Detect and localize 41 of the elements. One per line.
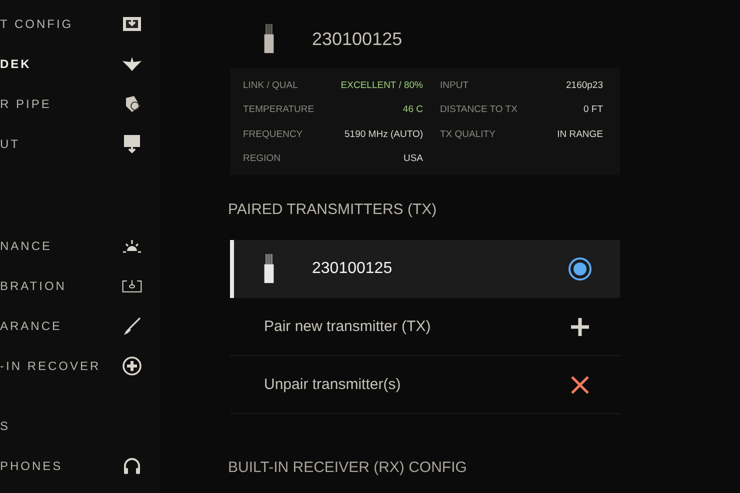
info-value: USA bbox=[402, 153, 423, 164]
list-item[interactable]: Pair new transmitter (TX) bbox=[230, 298, 620, 356]
sidebar-item[interactable]: DEK bbox=[0, 44, 160, 84]
info-value: 46 C bbox=[402, 104, 423, 116]
sidebar-item[interactable]: UT bbox=[0, 124, 160, 164]
info-label: DISTANCE TO TX bbox=[439, 104, 518, 116]
info-label: FREQUENCY bbox=[243, 128, 304, 140]
transmitter-icon bbox=[262, 254, 276, 284]
brush-icon bbox=[122, 316, 142, 336]
headphones-icon bbox=[122, 456, 142, 476]
monitor-output-icon bbox=[122, 134, 142, 154]
info-value: 0 FT bbox=[582, 104, 603, 116]
unpair-transmitter-label: Unpair transmitter(s) bbox=[264, 376, 402, 393]
transmitter-icon bbox=[262, 24, 276, 54]
pair-transmitter-label: Pair new transmitter (TX) bbox=[264, 318, 432, 335]
sidebar-item[interactable]: ARANCE bbox=[0, 306, 160, 346]
info-label: LINK / QUAL bbox=[243, 80, 299, 91]
info-value: IN RANGE bbox=[556, 128, 603, 140]
sidebar-item[interactable]: PHONES bbox=[0, 446, 160, 486]
sidebar-item[interactable]: NANCE bbox=[0, 226, 160, 266]
sidebar-item[interactable]: -IN RECOVER bbox=[0, 346, 160, 386]
section-title: BUILT-IN RECEIVER (RX) CONFIG bbox=[228, 458, 468, 478]
info-label: REGION bbox=[243, 153, 282, 164]
sidebar-item[interactable]: T CONFIG bbox=[0, 4, 160, 44]
sidebar-item[interactable]: BRATION bbox=[0, 266, 160, 306]
section-title: PAIRED TRANSMITTERS (TX) bbox=[228, 200, 438, 220]
tray-download-icon bbox=[122, 14, 142, 34]
list-item[interactable]: 230100125 bbox=[230, 240, 620, 298]
info-value: EXCELLENT / 80% bbox=[340, 80, 423, 91]
info-value: 5190 MHz (AUTO) bbox=[344, 128, 423, 140]
info-label: INPUT bbox=[439, 80, 470, 91]
info-label: TX QUALITY bbox=[439, 128, 496, 140]
sidebar-item[interactable]: R PIPE bbox=[0, 84, 160, 124]
info-value: 2160p23 bbox=[565, 80, 603, 91]
device-serial: 230100125 bbox=[312, 28, 402, 50]
plus-circle-icon bbox=[122, 356, 142, 376]
sidebar-item[interactable]: S bbox=[0, 406, 160, 446]
transmitter-serial: 230100125 bbox=[312, 260, 394, 278]
radio-button[interactable] bbox=[568, 257, 592, 281]
list-item[interactable]: Unpair transmitter(s) bbox=[230, 356, 620, 414]
info-label: TEMPERATURE bbox=[243, 104, 316, 116]
